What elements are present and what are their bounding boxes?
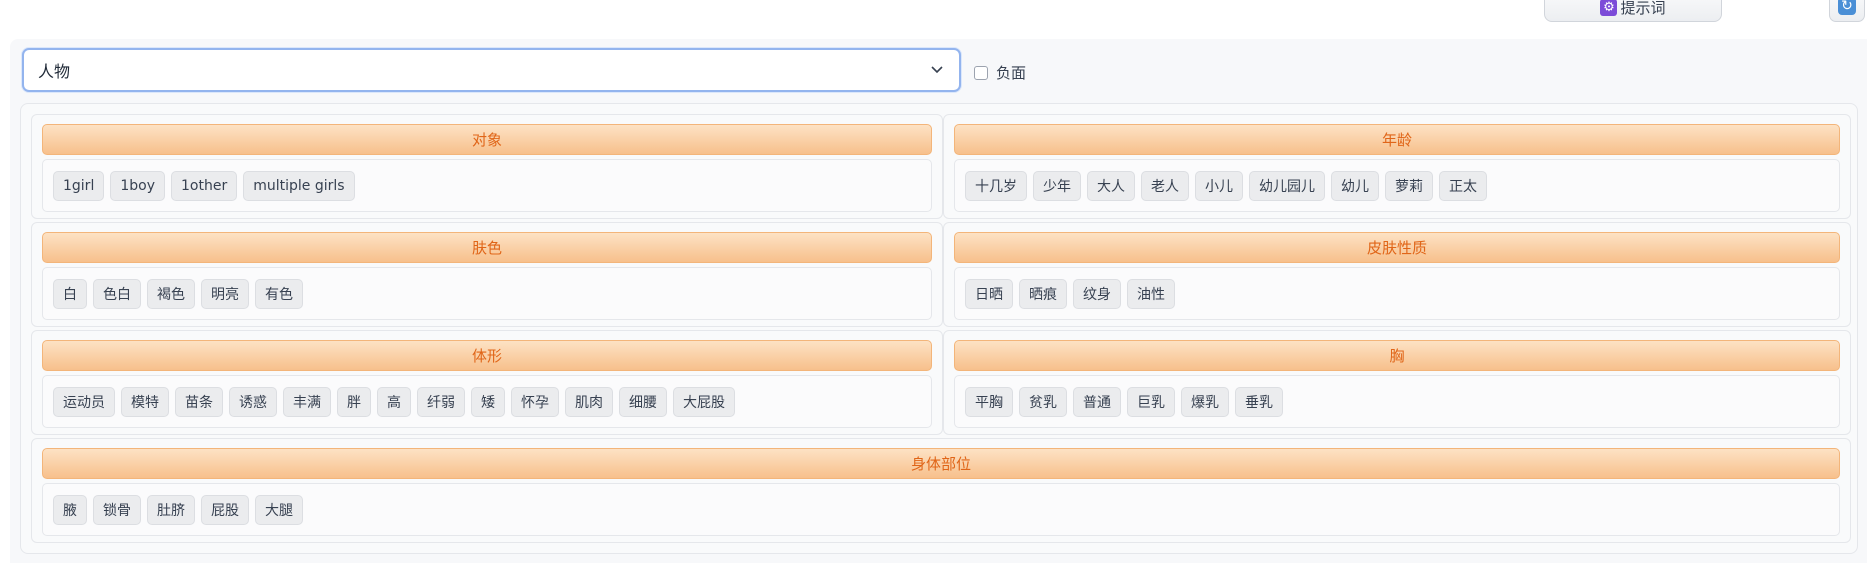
tag-button[interactable]: 垂乳	[1235, 386, 1283, 417]
tag-button[interactable]: 丰满	[283, 386, 331, 417]
tag-button[interactable]: 老人	[1141, 170, 1189, 201]
tag-button[interactable]: 1boy	[110, 170, 165, 201]
tag-button[interactable]: 正太	[1439, 170, 1487, 201]
group-tags: 日晒 晒痕 纹身 油性	[954, 267, 1840, 320]
negative-checkbox[interactable]	[974, 65, 988, 80]
tag-button[interactable]: 幼儿园儿	[1249, 170, 1325, 201]
group-tags: 腋 锁骨 肚脐 屁股 大腿	[42, 483, 1840, 536]
tag-button[interactable]: 日晒	[965, 278, 1013, 309]
tag-button[interactable]: 白	[53, 278, 87, 309]
tag-groups-container: 对象 1girl 1boy 1other multiple girls 年龄 十…	[20, 103, 1858, 554]
tag-button[interactable]: 大人	[1087, 170, 1135, 201]
prompt-button[interactable]: ⚙ 提示词	[1544, 0, 1722, 22]
group-tags: 十几岁 少年 大人 老人 小儿 幼儿园儿 幼儿 萝莉 正太	[954, 159, 1840, 212]
gear-icon: ⚙	[1600, 0, 1618, 16]
tag-button[interactable]: 平胸	[965, 386, 1013, 417]
group-object: 对象 1girl 1boy 1other multiple girls	[31, 114, 943, 219]
tag-button[interactable]: 锁骨	[93, 494, 141, 525]
group-header: 年龄	[954, 124, 1840, 155]
group-tags: 1girl 1boy 1other multiple girls	[42, 159, 932, 212]
tag-button[interactable]: multiple girls	[243, 170, 355, 201]
tag-button[interactable]: 肌肉	[565, 386, 613, 417]
group-header: 皮肤性质	[954, 232, 1840, 263]
tag-button[interactable]: 矮	[471, 386, 505, 417]
tag-button[interactable]: 爆乳	[1181, 386, 1229, 417]
category-select-value: 人物	[38, 62, 71, 81]
tag-button[interactable]: 肚脐	[147, 494, 195, 525]
group-body-parts: 身体部位 腋 锁骨 肚脐 屁股 大腿	[31, 438, 1851, 543]
group-skin-color: 肤色 白 色白 褐色 明亮 有色	[31, 222, 943, 327]
refresh-button[interactable]: ↻	[1829, 0, 1865, 22]
tag-button[interactable]: 纹身	[1073, 278, 1121, 309]
group-age: 年龄 十几岁 少年 大人 老人 小儿 幼儿园儿 幼儿 萝莉 正太	[943, 114, 1851, 219]
tag-button[interactable]: 运动员	[53, 386, 115, 417]
tag-button[interactable]: 大腿	[255, 494, 303, 525]
tag-button[interactable]: 高	[377, 386, 411, 417]
tag-button[interactable]: 胖	[337, 386, 371, 417]
tag-button[interactable]: 萝莉	[1385, 170, 1433, 201]
tag-button[interactable]: 十几岁	[965, 170, 1027, 201]
tag-button[interactable]: 普通	[1073, 386, 1121, 417]
tag-button[interactable]: 少年	[1033, 170, 1081, 201]
group-header: 体形	[42, 340, 932, 371]
group-tags: 运动员 模特 苗条 诱惑 丰满 胖 高 纤弱 矮 怀孕 肌肉 细腰 大屁股	[42, 375, 932, 428]
group-tags: 平胸 贫乳 普通 巨乳 爆乳 垂乳	[954, 375, 1840, 428]
tag-button[interactable]: 褐色	[147, 278, 195, 309]
negative-label: 负面	[996, 64, 1027, 82]
refresh-icon: ↻	[1838, 0, 1856, 15]
category-select[interactable]: 人物	[22, 48, 961, 92]
chevron-down-icon	[931, 66, 943, 74]
group-body-shape: 体形 运动员 模特 苗条 诱惑 丰满 胖 高 纤弱 矮 怀孕 肌肉 细腰 大屁股	[31, 330, 943, 435]
group-header: 胸	[954, 340, 1840, 371]
tag-button[interactable]: 屁股	[201, 494, 249, 525]
tag-button[interactable]: 贫乳	[1019, 386, 1067, 417]
tag-button[interactable]: 小儿	[1195, 170, 1243, 201]
tag-button[interactable]: 纤弱	[417, 386, 465, 417]
tag-button[interactable]: 油性	[1127, 278, 1175, 309]
tag-button[interactable]: 大屁股	[673, 386, 735, 417]
tag-button[interactable]: 1girl	[53, 170, 105, 201]
negative-toggle[interactable]: 负面	[974, 62, 1026, 83]
tag-button[interactable]: 腋	[53, 494, 87, 525]
tag-button[interactable]: 色白	[93, 278, 141, 309]
tag-button[interactable]: 模特	[121, 386, 169, 417]
group-header: 肤色	[42, 232, 932, 263]
tag-button[interactable]: 有色	[255, 278, 303, 309]
tag-button[interactable]: 明亮	[201, 278, 249, 309]
group-header: 身体部位	[42, 448, 1840, 479]
tag-button[interactable]: 怀孕	[511, 386, 559, 417]
tag-button[interactable]: 诱惑	[229, 386, 277, 417]
group-skin-texture: 皮肤性质 日晒 晒痕 纹身 油性	[943, 222, 1851, 327]
tag-button[interactable]: 巨乳	[1127, 386, 1175, 417]
group-chest: 胸 平胸 贫乳 普通 巨乳 爆乳 垂乳	[943, 330, 1851, 435]
prompt-button-label: 提示词	[1620, 0, 1666, 17]
tag-button[interactable]: 细腰	[619, 386, 667, 417]
tag-button[interactable]: 晒痕	[1019, 278, 1067, 309]
tag-button[interactable]: 幼儿	[1331, 170, 1379, 201]
group-tags: 白 色白 褐色 明亮 有色	[42, 267, 932, 320]
group-header: 对象	[42, 124, 932, 155]
tag-button[interactable]: 1other	[171, 170, 238, 201]
top-bar: ⚙ 提示词 ↻	[0, 0, 1867, 38]
tag-button[interactable]: 苗条	[175, 386, 223, 417]
